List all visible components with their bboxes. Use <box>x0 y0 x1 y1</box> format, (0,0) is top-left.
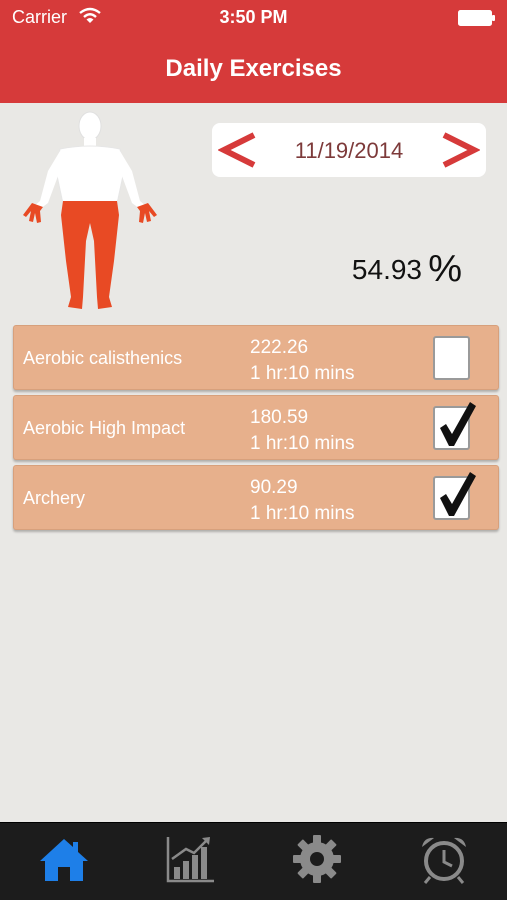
tab-alarm[interactable] <box>416 833 472 885</box>
percent-summary: 54.93 % <box>300 248 466 290</box>
exercise-calories: 90.29 <box>250 477 298 498</box>
checkmark-icon <box>440 402 476 446</box>
exercise-calories: 180.59 <box>250 407 309 428</box>
exercise-list: Aerobic calisthenics 222.26 1 hr:10 mins… <box>13 325 499 535</box>
tab-stats[interactable] <box>162 833 218 885</box>
exercise-checkbox[interactable] <box>433 472 476 520</box>
tab-home[interactable] <box>36 833 92 885</box>
chevron-left-icon[interactable] <box>218 131 258 169</box>
date-label: 11/19/2014 <box>294 138 404 163</box>
exercise-checkbox[interactable] <box>433 336 470 380</box>
percent-sign: % <box>428 248 462 290</box>
exercise-duration: 1 hr:10 mins <box>250 503 355 524</box>
exercise-row[interactable]: Aerobic calisthenics 222.26 1 hr:10 mins <box>13 325 499 390</box>
exercise-row[interactable]: Archery 90.29 1 hr:10 mins <box>13 465 499 530</box>
exercise-name: Aerobic High Impact <box>23 418 186 438</box>
exercise-name: Archery <box>23 488 86 508</box>
percent-value: 54.93 <box>351 254 422 285</box>
date-picker: 11/19/2014 <box>212 123 486 177</box>
gear-icon <box>293 835 341 883</box>
body-figure-icon <box>23 111 157 309</box>
status-time: 3:50 PM <box>219 7 288 27</box>
home-icon <box>40 839 88 881</box>
exercise-row[interactable]: Aerobic High Impact 180.59 1 hr:10 mins <box>13 395 499 460</box>
chevron-right-icon[interactable] <box>440 131 480 169</box>
alarm-clock-icon <box>422 837 466 884</box>
exercise-checkbox[interactable] <box>433 402 476 450</box>
exercise-calories: 222.26 <box>250 337 309 358</box>
checkmark-icon <box>440 472 476 516</box>
exercise-duration: 1 hr:10 mins <box>250 363 355 384</box>
tab-bar <box>0 822 507 900</box>
page-title: Daily Exercises <box>165 55 342 82</box>
bar-chart-icon <box>166 837 214 883</box>
exercise-duration: 1 hr:10 mins <box>250 433 355 454</box>
battery-icon <box>458 10 495 26</box>
app-header: Carrier 3:50 PM Daily Exercises <box>0 0 507 103</box>
tab-settings[interactable] <box>289 833 345 885</box>
status-bar: Carrier 3:50 PM <box>0 0 507 36</box>
exercise-name: Aerobic calisthenics <box>23 348 183 368</box>
